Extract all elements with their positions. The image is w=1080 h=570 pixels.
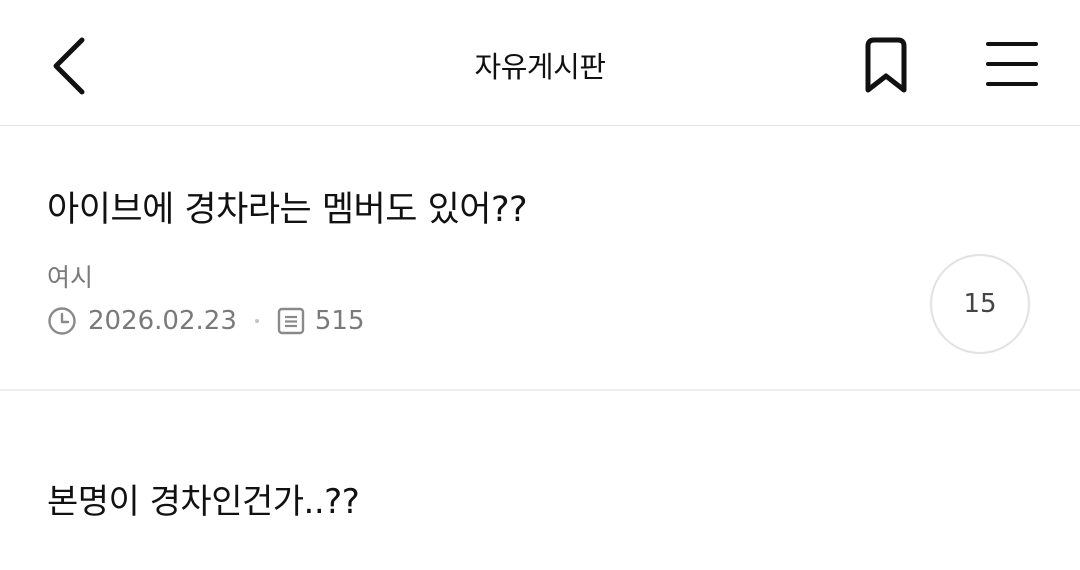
comment-count-button[interactable]: 15 [930,254,1030,354]
post-title: 아이브에 경차라는 멤버도 있어?? [47,190,528,230]
clock-icon [48,307,76,335]
post-body: 본명이 경차인건가..?? [47,482,360,522]
post-views: 515 [314,306,365,336]
back-button[interactable] [40,30,100,100]
bookmark-button[interactable] [852,30,918,100]
bookmark-icon [865,37,907,93]
top-app-bar: 자유게시판 [0,0,1080,126]
meta-separator [254,319,259,323]
post-meta: 2026.02.23 515 [47,303,365,339]
menu-button[interactable] [978,30,1044,100]
hamburger-menu-icon [986,42,1038,86]
page-title: 자유게시판 [474,50,606,84]
post-date: 2026.02.23 [88,306,237,336]
post-author[interactable]: 여시 [47,258,93,294]
chevron-left-icon [53,37,85,95]
document-views-icon [277,307,305,335]
post-header: 아이브에 경차라는 멤버도 있어?? 여시 2026.02.23 515 15 [0,127,1080,391]
